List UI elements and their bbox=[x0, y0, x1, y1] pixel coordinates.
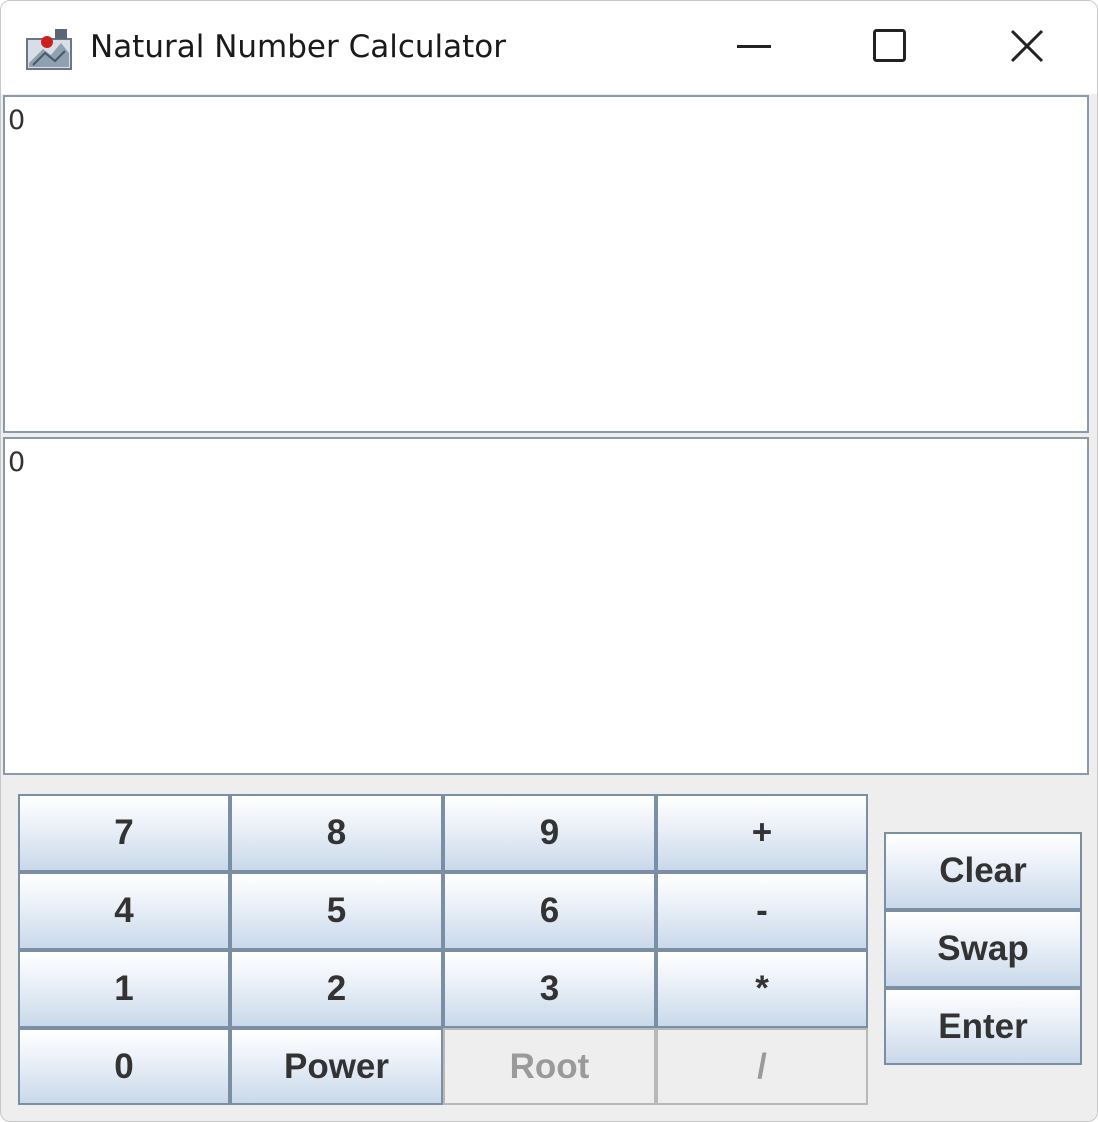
digit-2-label: 2 bbox=[326, 969, 347, 1008]
maximize-button[interactable] bbox=[830, 1, 950, 91]
digit-4-label: 4 bbox=[114, 891, 134, 930]
enter-label: Enter bbox=[938, 1006, 1028, 1046]
title-bar[interactable]: Natural Number Calculator bbox=[1, 1, 1097, 94]
digit-2-button[interactable]: 2 bbox=[230, 950, 443, 1028]
digit-4-button[interactable]: 4 bbox=[18, 872, 230, 950]
clear-button[interactable]: Clear bbox=[884, 832, 1082, 910]
minimize-icon bbox=[737, 45, 771, 48]
top-value: 0 bbox=[8, 105, 26, 136]
digit-0-button[interactable]: 0 bbox=[18, 1028, 230, 1105]
minimize-button[interactable] bbox=[695, 1, 815, 91]
digit-8-button[interactable]: 8 bbox=[230, 794, 443, 872]
top-input-area[interactable]: 0 bbox=[3, 95, 1089, 433]
clear-label: Clear bbox=[939, 851, 1027, 890]
power-label: Power bbox=[283, 1046, 390, 1086]
window-title: Natural Number Calculator bbox=[90, 29, 507, 65]
divide-label: / bbox=[757, 1046, 767, 1086]
add-button[interactable]: + bbox=[656, 794, 868, 872]
java-app-icon bbox=[26, 29, 72, 70]
digit-7-button[interactable]: 7 bbox=[18, 794, 230, 872]
multiply-button[interactable]: * bbox=[656, 950, 868, 1028]
digit-5-label: 5 bbox=[326, 891, 347, 930]
root-label: Root bbox=[509, 1046, 590, 1086]
digit-3-label: 3 bbox=[539, 969, 560, 1008]
subtract-button[interactable]: - bbox=[656, 872, 868, 950]
digit-9-button[interactable]: 9 bbox=[443, 794, 656, 872]
digit-3-button[interactable]: 3 bbox=[443, 950, 656, 1028]
close-icon bbox=[1010, 29, 1044, 63]
digit-9-label: 9 bbox=[539, 813, 560, 852]
digit-1-button[interactable]: 1 bbox=[18, 950, 230, 1028]
subtract-label: - bbox=[756, 891, 768, 930]
swap-label: Swap bbox=[937, 929, 1029, 968]
close-button[interactable] bbox=[967, 1, 1087, 91]
digit-5-button[interactable]: 5 bbox=[230, 872, 443, 950]
calculator-window: Natural Number Calculator 0 0 7 8 9 + 4 … bbox=[0, 0, 1098, 1122]
digit-6-button[interactable]: 6 bbox=[443, 872, 656, 950]
root-button[interactable]: Root bbox=[443, 1028, 656, 1105]
add-label: + bbox=[751, 813, 773, 852]
digit-0-label: 0 bbox=[114, 1046, 134, 1086]
divide-button[interactable]: / bbox=[656, 1028, 868, 1105]
digit-6-label: 6 bbox=[539, 891, 560, 930]
multiply-label: * bbox=[755, 969, 769, 1008]
maximize-icon bbox=[873, 29, 906, 62]
digit-1-label: 1 bbox=[114, 969, 134, 1008]
digit-7-label: 7 bbox=[114, 813, 134, 852]
swap-button[interactable]: Swap bbox=[884, 910, 1082, 988]
enter-button[interactable]: Enter bbox=[884, 988, 1082, 1065]
digit-8-label: 8 bbox=[326, 813, 347, 852]
bottom-value: 0 bbox=[8, 447, 26, 478]
power-button[interactable]: Power bbox=[230, 1028, 443, 1105]
bottom-input-area[interactable]: 0 bbox=[3, 437, 1089, 775]
